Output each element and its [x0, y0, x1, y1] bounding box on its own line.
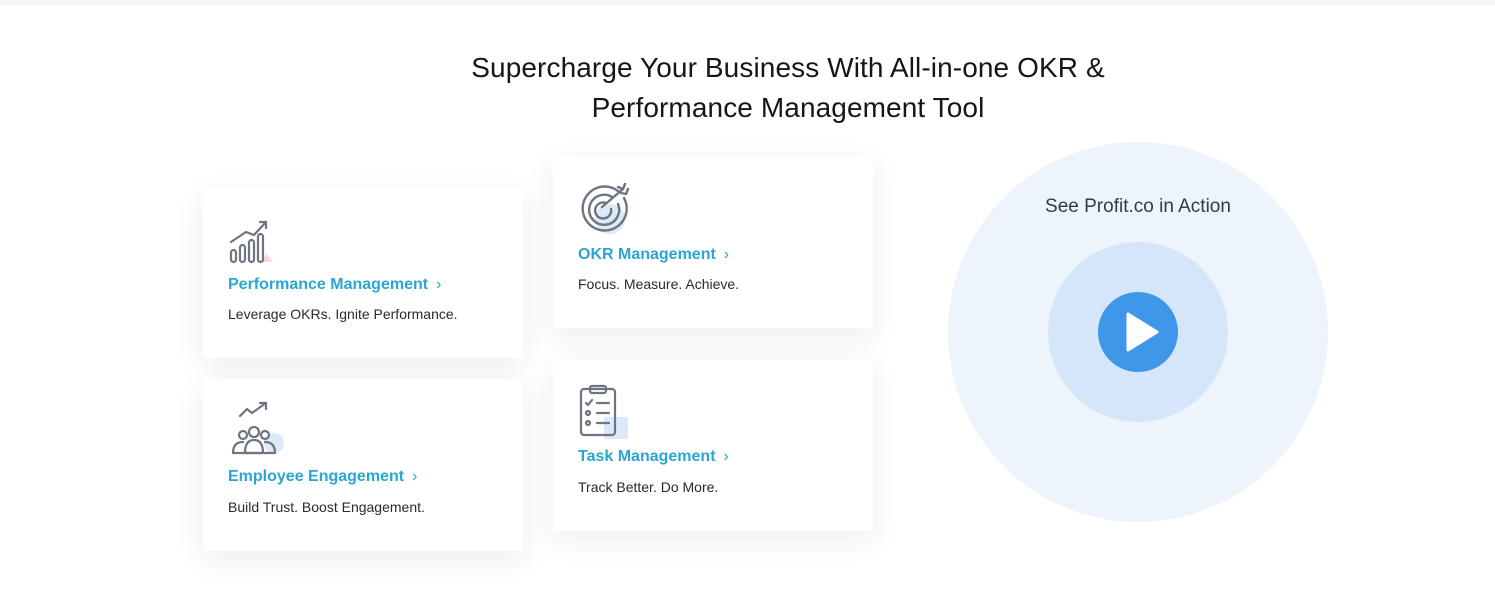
team-growth-icon	[228, 401, 288, 461]
okr-management-subtitle: Focus. Measure. Achieve.	[578, 276, 740, 292]
employee-engagement-link[interactable]: Employee Engagement ›	[228, 468, 417, 486]
okr-management-title: OKR Management	[578, 246, 716, 263]
employee-engagement-subtitle: Build Trust. Boost Engagement.	[228, 499, 425, 515]
okr-management-card[interactable]: OKR Management › Focus. Measure. Achieve.	[553, 157, 873, 328]
section-heading: Supercharge Your Business With All-in-on…	[388, 48, 1188, 128]
employee-engagement-title: Employee Engagement	[228, 468, 405, 485]
play-button[interactable]	[1098, 292, 1178, 372]
chevron-right-icon: ›	[436, 276, 442, 293]
play-icon	[1126, 312, 1159, 352]
bar-chart-growth-icon	[228, 218, 288, 278]
performance-management-title: Performance Management	[228, 276, 429, 293]
okr-management-link[interactable]: OKR Management ›	[578, 246, 729, 264]
video-caption: See Profit.co in Action	[1045, 196, 1231, 217]
chevron-right-icon: ›	[723, 246, 730, 263]
task-management-link[interactable]: Task Management ›	[578, 448, 729, 466]
task-management-subtitle: Track Better. Do More.	[578, 479, 719, 495]
target-arrow-icon	[578, 181, 638, 241]
task-management-card[interactable]: Task Management › Track Better. Do More.	[553, 359, 873, 531]
video-ring	[1048, 242, 1228, 422]
video-promo: See Profit.co in Action	[948, 142, 1328, 522]
chevron-right-icon: ›	[723, 448, 729, 465]
heading-line-1: Supercharge Your Business With All-in-on…	[471, 52, 1105, 83]
page: Supercharge Your Business With All-in-on…	[0, 0, 1495, 596]
chevron-right-icon: ›	[412, 468, 418, 485]
heading-line-2: Performance Management Tool	[591, 92, 985, 123]
performance-management-subtitle: Leverage OKRs. Ignite Performance.	[228, 306, 458, 322]
performance-management-card[interactable]: Performance Management › Leverage OKRs. I…	[203, 188, 523, 358]
clipboard-checklist-icon	[578, 383, 638, 443]
performance-management-link[interactable]: Performance Management ›	[228, 276, 441, 294]
employee-engagement-card[interactable]: Employee Engagement › Build Trust. Boost …	[203, 379, 523, 551]
top-strip	[0, 0, 1495, 6]
task-management-title: Task Management	[578, 448, 716, 465]
